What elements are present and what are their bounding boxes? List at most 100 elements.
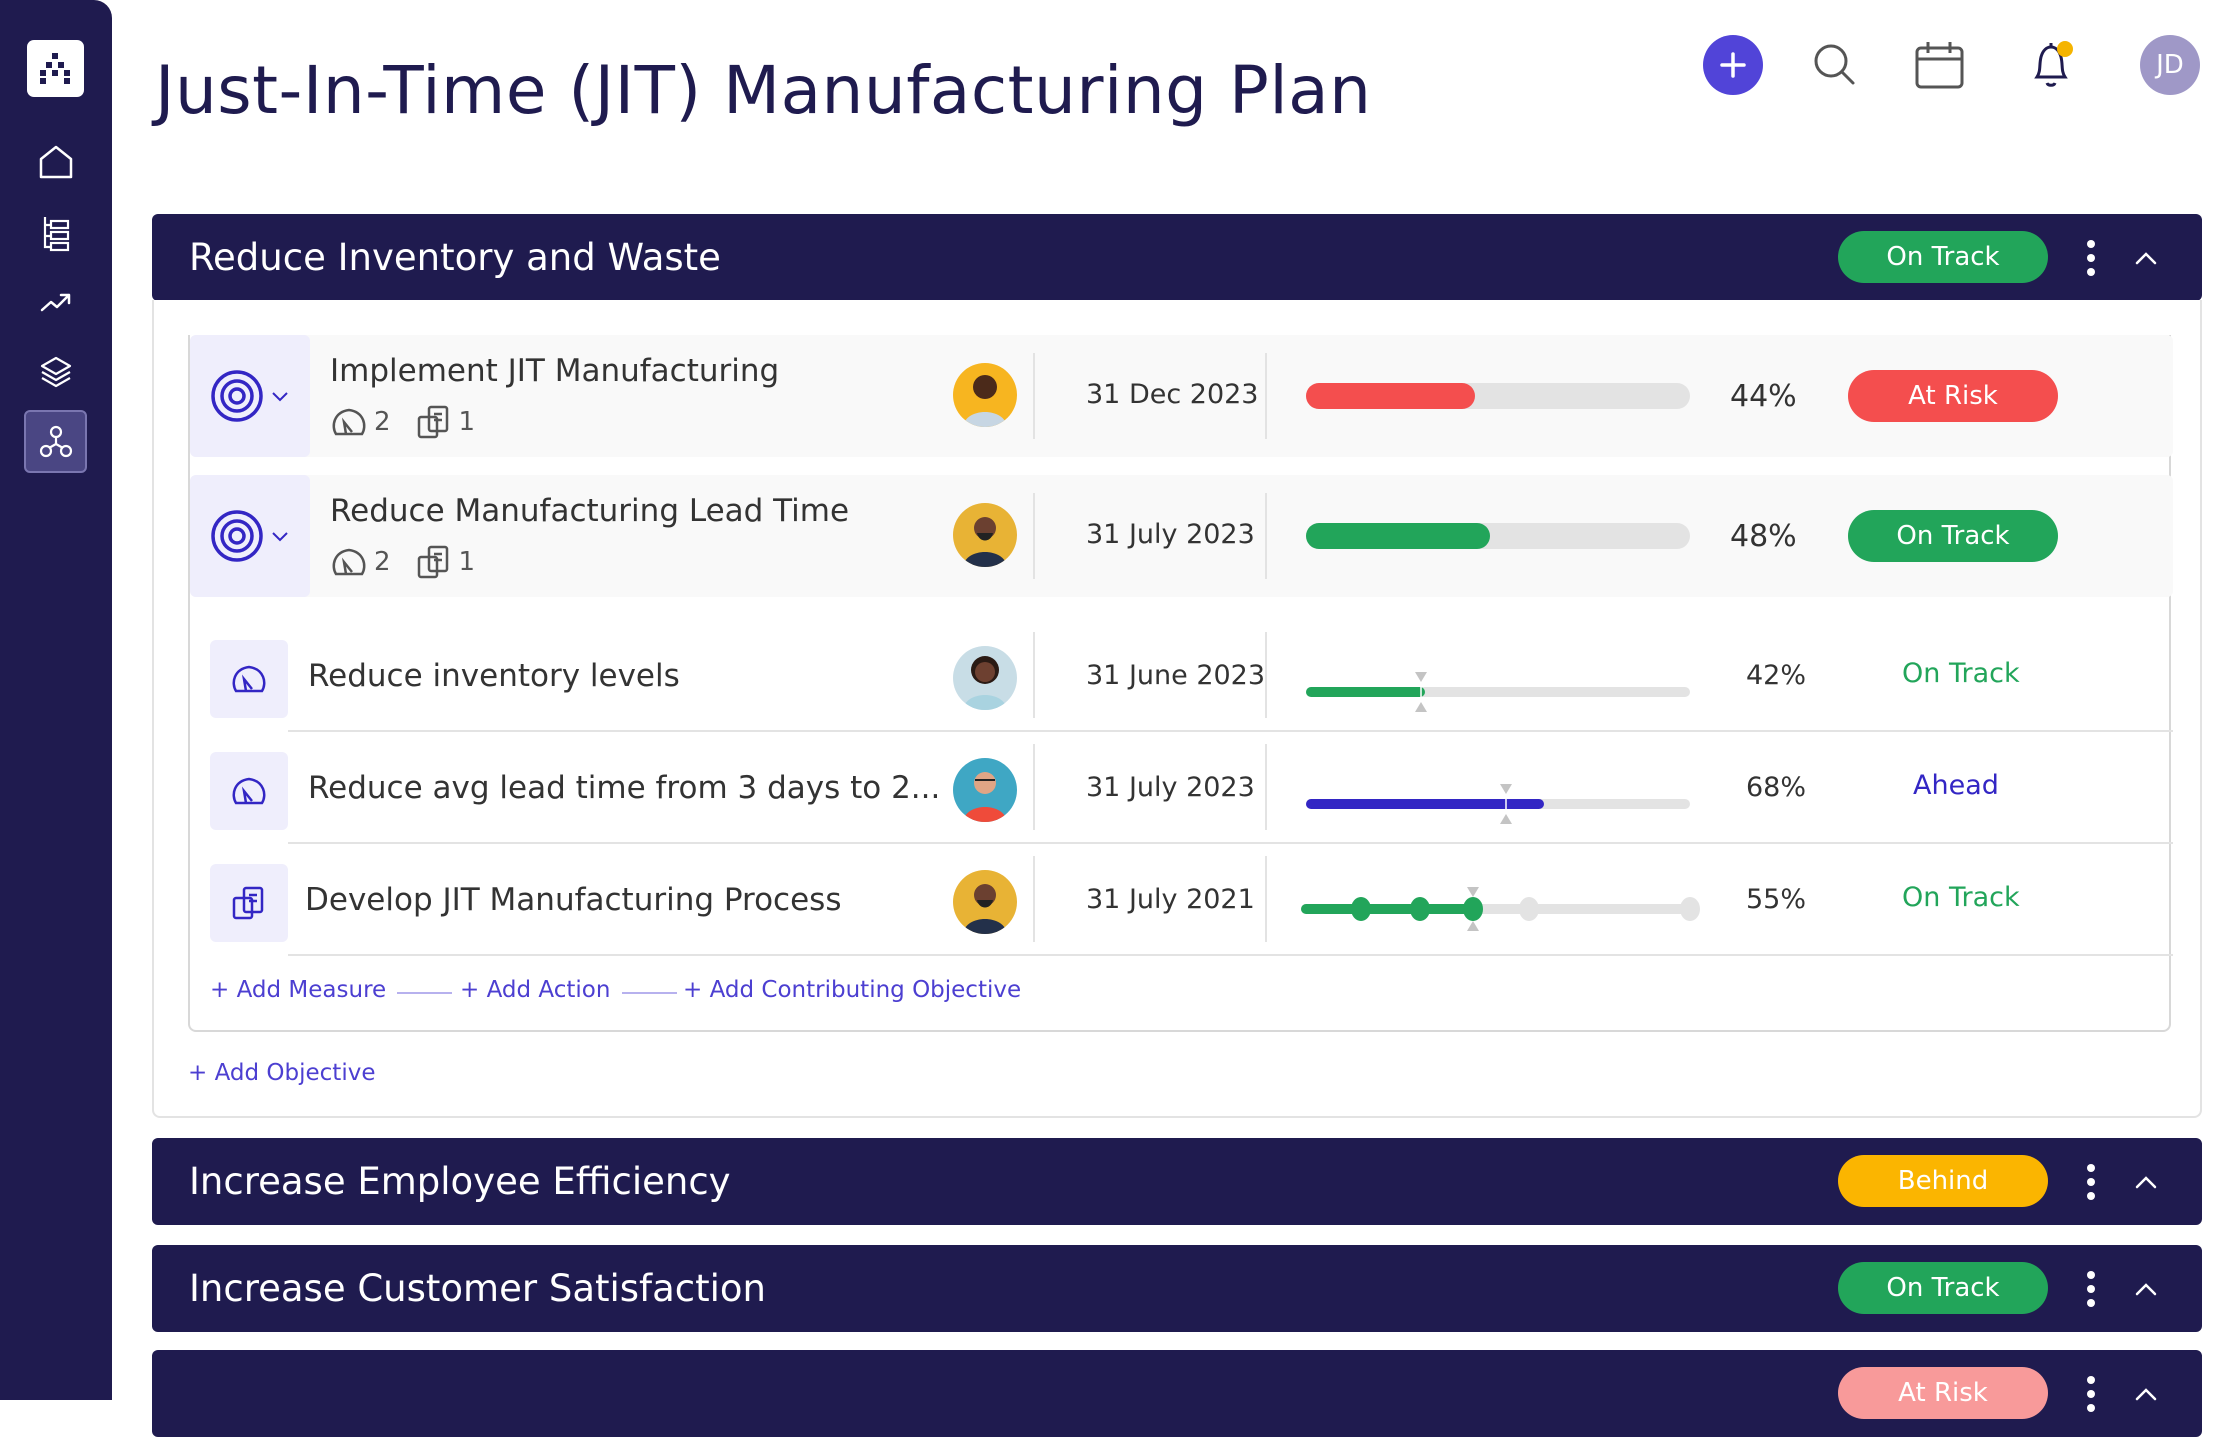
top-toolbar: JD xyxy=(1700,35,2210,95)
actions-count: 1 xyxy=(458,407,476,437)
collapse-chevron-up-icon[interactable] xyxy=(2128,1164,2164,1200)
gauge-icon xyxy=(232,777,266,805)
user-avatar[interactable]: JD xyxy=(2140,35,2200,95)
milestone-dot xyxy=(1519,897,1539,921)
column-divider xyxy=(1033,744,1035,830)
milestone-dot xyxy=(1410,897,1430,921)
calendar-button[interactable] xyxy=(1910,35,1970,95)
section-title: Reduce Inventory and Waste xyxy=(189,236,721,279)
app-logo[interactable] xyxy=(27,40,84,97)
notification-dot xyxy=(2057,41,2073,57)
objective-name: Reduce Manufacturing Lead Time xyxy=(330,493,850,529)
owner-avatar[interactable] xyxy=(953,758,1017,822)
objective-group: Implement JIT Manufacturing 2 1 31 Dec 2… xyxy=(188,335,2173,1032)
gauge-icon xyxy=(332,408,366,436)
section-header[interactable]: At Risk xyxy=(152,1350,2202,1437)
sidebar-item-home[interactable] xyxy=(24,130,87,193)
sidebar-item-strategy-map[interactable] xyxy=(24,410,87,473)
search-button[interactable] xyxy=(1805,35,1865,95)
sidebar-item-hierarchy[interactable] xyxy=(24,200,87,263)
notifications-button[interactable] xyxy=(2023,35,2083,95)
due-date: 31 June 2023 xyxy=(1086,660,1266,691)
target-icon xyxy=(211,370,263,422)
owner-avatar[interactable] xyxy=(953,646,1017,710)
owner-avatar[interactable] xyxy=(953,503,1017,567)
section-header[interactable]: Reduce Inventory and Waste On Track xyxy=(152,214,2202,301)
sidebar xyxy=(0,0,112,1400)
collapse-chevron-up-icon[interactable] xyxy=(2128,1376,2164,1412)
objective-row[interactable]: Reduce Manufacturing Lead Time 2 1 31 Ju… xyxy=(190,475,2173,597)
column-divider xyxy=(1265,493,1267,579)
more-options-icon[interactable] xyxy=(2081,1271,2101,1307)
column-divider xyxy=(1265,744,1267,830)
more-options-icon[interactable] xyxy=(2081,240,2101,276)
sidebar-item-trends[interactable] xyxy=(24,270,87,333)
gauge-icon xyxy=(232,665,266,693)
progress-percent: 42% xyxy=(1746,660,1807,691)
measure-progress-fill xyxy=(1306,687,1426,697)
section-header[interactable]: Increase Employee Efficiency Behind xyxy=(152,1138,2202,1225)
status-text: On Track xyxy=(1902,882,2020,913)
progress-percent: 48% xyxy=(1730,519,1797,554)
collapse-chevron-up-icon[interactable] xyxy=(2128,240,2164,276)
add-objective-link[interactable]: + Add Objective xyxy=(188,1060,375,1086)
status-badge[interactable]: At Risk xyxy=(1848,370,2058,422)
column-divider xyxy=(1265,856,1267,942)
page-title: Just-In-Time (JIT) Manufacturing Plan xyxy=(155,52,1372,129)
objective-expand-toggle[interactable] xyxy=(190,475,310,597)
layers-icon xyxy=(40,356,71,387)
more-options-icon[interactable] xyxy=(2081,1164,2101,1200)
section-title: Increase Customer Satisfaction xyxy=(189,1267,766,1310)
plus-icon xyxy=(1720,52,1746,78)
measure-row[interactable]: Reduce avg lead time from 3 days to 2...… xyxy=(190,732,2173,844)
add-measure-link[interactable]: + Add Measure xyxy=(210,977,386,1003)
calendar-icon xyxy=(1915,42,1964,89)
progress-percent: 55% xyxy=(1746,884,1807,915)
section-header[interactable]: Increase Customer Satisfaction On Track xyxy=(152,1245,2202,1332)
bell-icon xyxy=(2034,41,2073,87)
gauge-icon xyxy=(332,548,366,576)
row-divider xyxy=(288,954,2173,956)
connected-nodes-icon xyxy=(39,425,72,457)
status-badge[interactable]: On Track xyxy=(1848,510,2058,562)
due-date: 31 Dec 2023 xyxy=(1086,379,1259,410)
action-name: Develop JIT Manufacturing Process xyxy=(305,882,842,918)
milestone-dot xyxy=(1680,897,1700,921)
more-options-icon[interactable] xyxy=(2081,1376,2101,1412)
progress-fill xyxy=(1306,383,1475,409)
add-button[interactable] xyxy=(1703,35,1763,95)
collapse-chevron-up-icon[interactable] xyxy=(2128,1271,2164,1307)
progress-percent: 68% xyxy=(1746,772,1807,803)
column-divider xyxy=(1033,353,1035,439)
measure-progress-bar xyxy=(1306,672,1690,712)
objective-expand-toggle[interactable] xyxy=(190,335,310,457)
measures-count: 2 xyxy=(374,407,391,437)
section-status-badge: On Track xyxy=(1838,231,2048,283)
progress-bar xyxy=(1306,383,1690,409)
milestone-dot xyxy=(1463,897,1483,921)
add-contributing-objective-link[interactable]: + Add Contributing Objective xyxy=(683,977,1021,1003)
measure-row[interactable]: Reduce inventory levels 31 June 2023 42%… xyxy=(190,620,2173,732)
status-text: Ahead xyxy=(1913,770,1999,801)
target-icon xyxy=(211,510,263,562)
owner-avatar[interactable] xyxy=(953,363,1017,427)
hierarchy-list-icon xyxy=(43,216,69,251)
target-marker xyxy=(1415,672,1428,712)
column-divider xyxy=(1033,632,1035,718)
objective-name: Implement JIT Manufacturing xyxy=(330,353,780,389)
target-marker xyxy=(1499,784,1512,824)
link-connector xyxy=(397,992,452,994)
owner-avatar[interactable] xyxy=(953,870,1017,934)
section-status-badge: At Risk xyxy=(1838,1367,2048,1419)
document-stack-icon xyxy=(232,886,264,920)
section-status-badge: On Track xyxy=(1838,1262,2048,1314)
section-body: Implement JIT Manufacturing 2 1 31 Dec 2… xyxy=(152,300,2202,1118)
action-row[interactable]: Develop JIT Manufacturing Process 31 Jul… xyxy=(190,844,2173,956)
progress-percent: 44% xyxy=(1730,379,1797,414)
add-action-link[interactable]: + Add Action xyxy=(460,977,610,1003)
sidebar-item-layers[interactable] xyxy=(24,340,87,403)
document-stack-icon xyxy=(417,545,448,579)
objective-meta: 2 1 xyxy=(330,403,475,441)
objective-row[interactable]: Implement JIT Manufacturing 2 1 31 Dec 2… xyxy=(190,335,2173,457)
column-divider xyxy=(1265,353,1267,439)
